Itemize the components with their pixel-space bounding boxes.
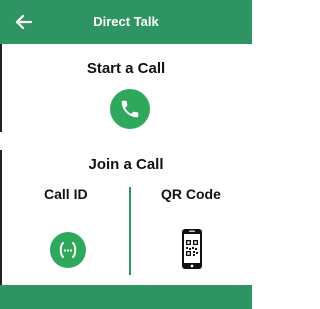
column-divider bbox=[129, 187, 131, 275]
qr-code-label: QR Code bbox=[161, 186, 221, 202]
dialpad-bracket-icon bbox=[59, 242, 77, 258]
call-id-button[interactable] bbox=[50, 232, 86, 268]
bottom-bar bbox=[0, 285, 252, 309]
start-call-heading: Start a Call bbox=[86, 60, 166, 77]
join-call-heading: Join a Call bbox=[88, 156, 164, 173]
call-id-label: Call ID bbox=[44, 186, 88, 202]
qr-phone-icon bbox=[182, 229, 202, 269]
join-call-section: Join a Call bbox=[0, 150, 252, 285]
start-call-button[interactable] bbox=[110, 89, 150, 129]
app-bar: Direct Talk bbox=[0, 0, 252, 44]
section-edge bbox=[0, 150, 2, 285]
section-gap bbox=[0, 132, 252, 150]
section-edge bbox=[0, 44, 2, 132]
phone-icon bbox=[121, 100, 139, 118]
app-title: Direct Talk bbox=[93, 14, 159, 29]
qr-code-button[interactable] bbox=[181, 228, 203, 270]
